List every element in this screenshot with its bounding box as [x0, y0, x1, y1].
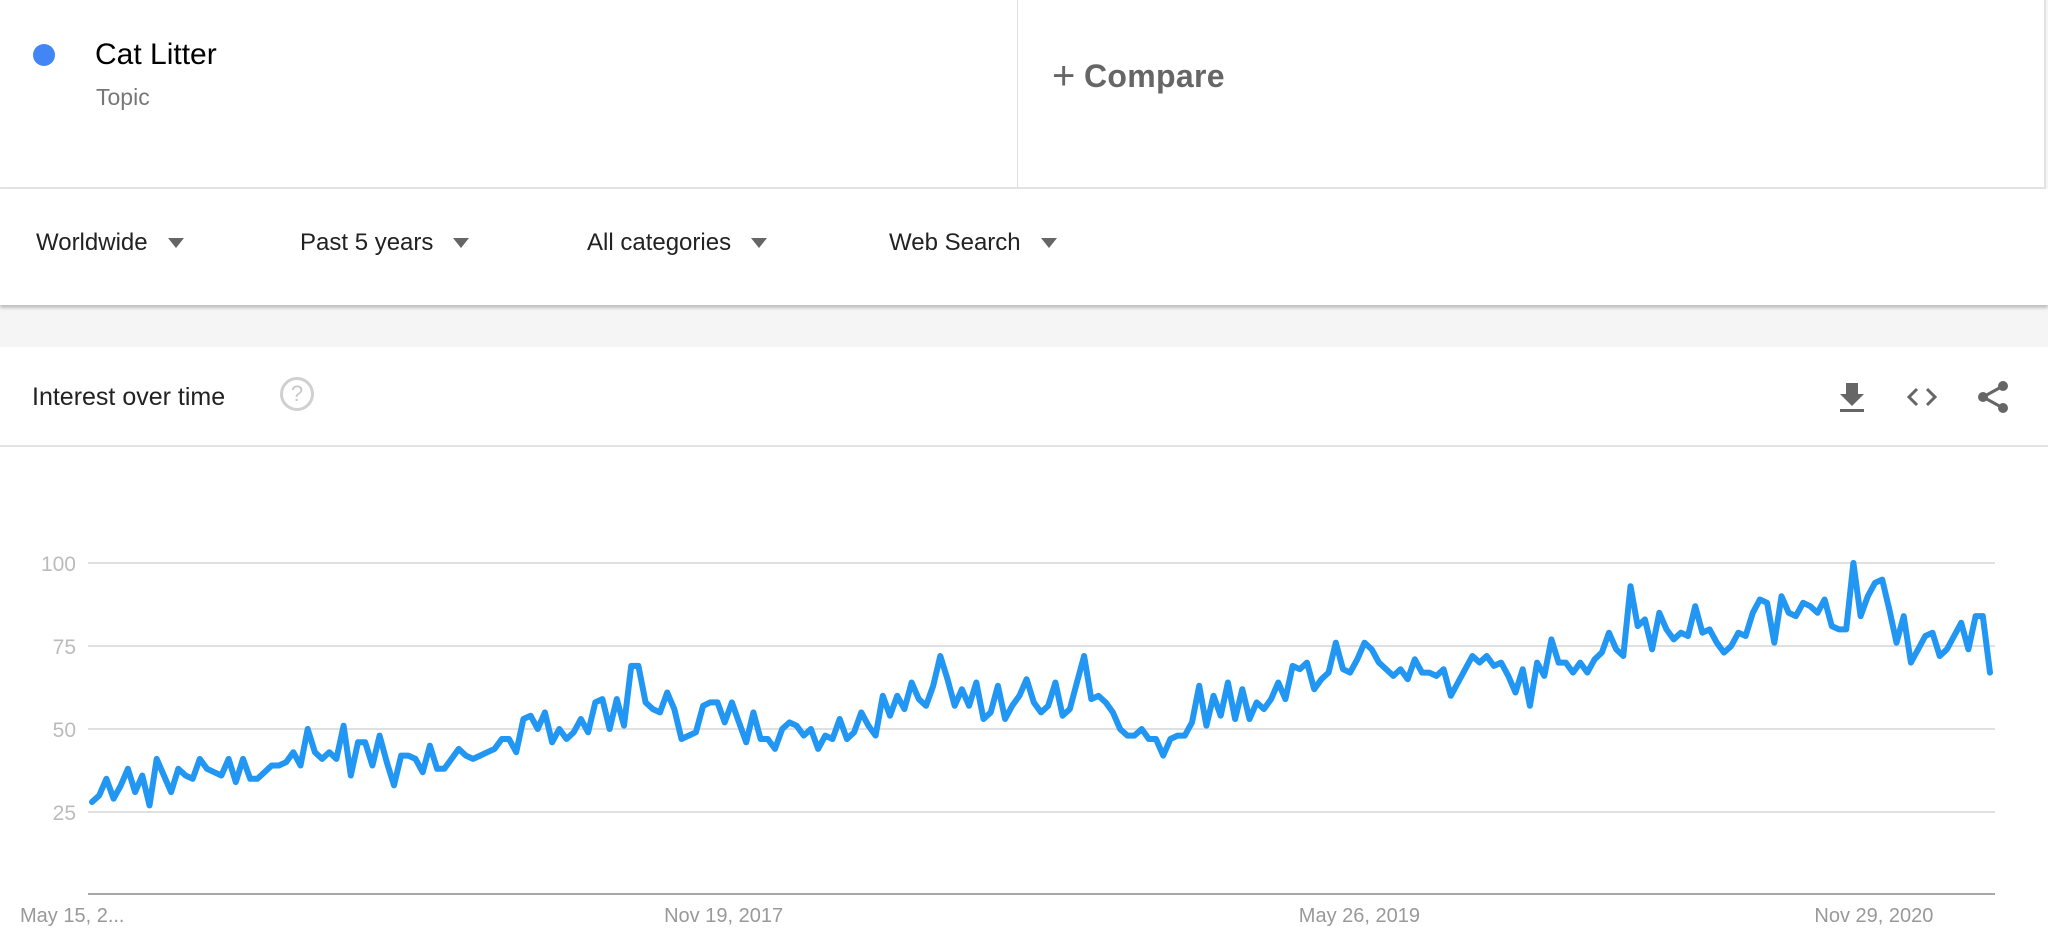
- y-tick-label: 100: [41, 553, 76, 576]
- filter-category[interactable]: All categories: [587, 229, 768, 257]
- interest-over-time-card: Interest over time ? 25 50 75 100 May 15…: [0, 347, 2048, 949]
- term-color-dot: [33, 44, 55, 66]
- filter-search-type[interactable]: Web Search: [889, 229, 1057, 257]
- y-tick-label: 50: [53, 719, 76, 742]
- dropdown-caret-icon: [167, 238, 184, 248]
- dropdown-caret-icon: [453, 238, 470, 248]
- x-tick-label: May 26, 2019: [1299, 905, 1420, 927]
- compare-button[interactable]: + Compare: [1018, 0, 2046, 189]
- compare-label: Compare: [1084, 58, 1225, 94]
- term-type: Topic: [96, 84, 150, 110]
- y-tick-label: 75: [53, 636, 76, 659]
- term-name[interactable]: Cat Litter: [95, 38, 217, 72]
- dropdown-caret-icon: [751, 238, 768, 248]
- plus-icon: +: [1052, 54, 1076, 98]
- filter-search-type-label: Web Search: [889, 229, 1021, 256]
- search-terms-row: Cat Litter Topic + Compare: [0, 0, 2048, 189]
- filter-location[interactable]: Worldwide: [36, 229, 184, 257]
- filter-time-range-label: Past 5 years: [300, 229, 434, 256]
- line-chart[interactable]: 25 50 75 100 May 15, 2... Nov 19, 2017 May 26…: [0, 347, 2048, 949]
- search-term-card[interactable]: Cat Litter Topic: [0, 0, 1018, 189]
- x-tick-label: Nov 19, 2017: [664, 905, 783, 927]
- filter-location-label: Worldwide: [36, 229, 148, 256]
- filter-bar: Worldwide Past 5 years All categories We…: [0, 189, 2048, 305]
- filter-time-range[interactable]: Past 5 years: [300, 229, 470, 257]
- dropdown-caret-icon: [1040, 238, 1057, 248]
- y-tick-label: 25: [53, 802, 76, 825]
- filter-category-label: All categories: [587, 229, 732, 256]
- x-tick-label: May 15, 2...: [20, 905, 125, 927]
- x-tick-label: Nov 29, 2020: [1814, 905, 1933, 927]
- series-line-cat-litter[interactable]: [89, 560, 1993, 809]
